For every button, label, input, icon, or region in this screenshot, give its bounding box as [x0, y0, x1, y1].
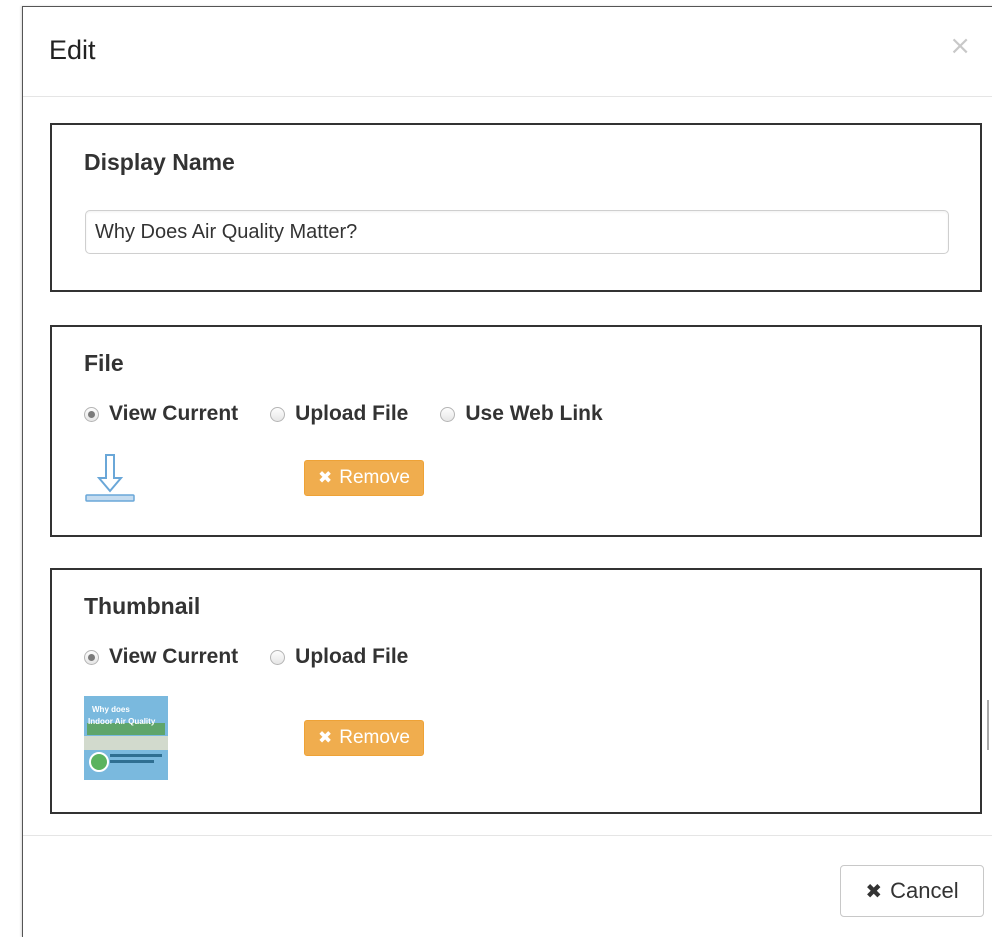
radio-label: View Current	[109, 402, 239, 425]
radio-label: Use Web Link	[465, 402, 603, 425]
thumbnail-radio-upload-file[interactable]: Upload File	[270, 645, 408, 669]
file-radio-use-web-link[interactable]: Use Web Link	[440, 402, 603, 426]
dialog-header: Edit ×	[23, 7, 992, 97]
cancel-button[interactable]: ✖ Cancel	[840, 865, 984, 917]
close-icon: ✖	[865, 879, 883, 903]
cancel-label: Cancel	[890, 878, 959, 903]
file-radio-upload-file[interactable]: Upload File	[270, 402, 408, 426]
thumbnail-image: Why does Indoor Air Quality	[84, 696, 168, 780]
thumbnail-section: Thumbnail View Current Upload File Why d…	[50, 568, 982, 814]
remove-icon: ✖	[318, 468, 333, 488]
file-source-radio-group: View Current Upload File Use Web Link	[84, 399, 635, 429]
dialog-title: Edit	[49, 35, 96, 65]
thumbnail-line	[110, 754, 162, 757]
file-heading: File	[84, 350, 124, 376]
display-name-input[interactable]	[85, 210, 949, 254]
remove-label: Remove	[339, 727, 410, 748]
radio-unchecked-icon[interactable]	[270, 649, 286, 665]
file-remove-button[interactable]: ✖ Remove	[304, 460, 424, 496]
remove-icon: ✖	[318, 728, 333, 748]
close-icon[interactable]: ×	[949, 33, 971, 59]
radio-label: Upload File	[295, 402, 409, 425]
remove-label: Remove	[339, 467, 410, 488]
thumbnail-text: Indoor Air Quality	[88, 717, 156, 726]
scrollbar-edge	[987, 700, 989, 750]
display-name-section: Display Name	[50, 123, 982, 292]
radio-checked-icon[interactable]	[84, 406, 99, 422]
radio-unchecked-icon[interactable]	[440, 406, 456, 422]
thumbnail-strip	[84, 736, 168, 750]
radio-label: View Current	[109, 645, 239, 668]
radio-unchecked-icon[interactable]	[270, 406, 286, 422]
radio-checked-icon[interactable]	[84, 649, 99, 665]
dialog-footer: ✖ Cancel	[23, 835, 992, 936]
file-section: File View Current Upload File Use Web Li…	[50, 325, 982, 537]
download-icon[interactable]	[84, 451, 136, 503]
display-name-heading: Display Name	[84, 149, 235, 175]
edit-dialog: Edit × Display Name File View Current Up…	[22, 6, 992, 937]
radio-label: Upload File	[295, 645, 409, 668]
thumbnail-remove-button[interactable]: ✖ Remove	[304, 720, 424, 756]
thumbnail-radio-view-current[interactable]: View Current	[84, 645, 238, 669]
thumbnail-heading: Thumbnail	[84, 593, 201, 619]
thumbnail-source-radio-group: View Current Upload File	[84, 642, 440, 672]
thumbnail-line	[110, 760, 154, 763]
thumbnail-text: Why does	[92, 705, 130, 714]
house-icon	[89, 752, 109, 772]
file-radio-view-current[interactable]: View Current	[84, 402, 238, 426]
